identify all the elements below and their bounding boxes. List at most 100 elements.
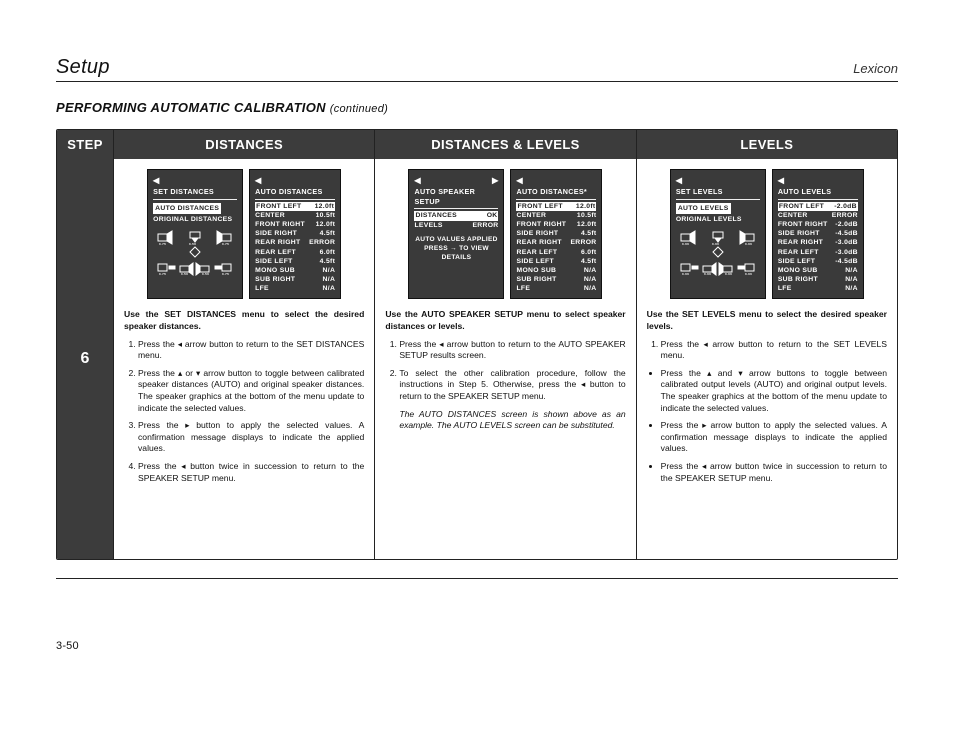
grid-row: 6 ◂ SET DISTANCES AUTO DISTANCES ORIGINA… xyxy=(57,159,897,559)
col-step: STEP xyxy=(57,130,114,159)
step-number-cell: 6 xyxy=(57,159,114,559)
osd-list: DISTANCESOKLEVELSERROR xyxy=(414,211,498,229)
left-arrow-icon: ◂ xyxy=(516,174,522,186)
svg-text:0.00: 0.00 xyxy=(745,242,752,246)
page-subtitle: PERFORMING AUTOMATIC CALIBRATION (contin… xyxy=(56,100,898,115)
distances-text: Use the SET DISTANCES menu to select the… xyxy=(124,309,364,484)
left-arrow-icon: ◂ xyxy=(414,174,420,186)
left-arrow-icon: ◂ xyxy=(676,174,682,186)
intro: Use the SET LEVELS menu to select the de… xyxy=(647,309,887,332)
svg-text:0.00: 0.00 xyxy=(712,242,719,246)
svg-text:0.75: 0.75 xyxy=(222,272,229,276)
svg-text:0.75: 0.75 xyxy=(159,242,166,246)
osd-row: FRONT LEFT-2.0dB xyxy=(778,202,858,211)
osd-row: SIDE LEFT4.5ft xyxy=(255,257,335,266)
osd-auto-speaker-setup: ◂ ▸ AUTO SPEAKER SETUP DISTANCESOKLEVELSE… xyxy=(408,169,504,299)
osd-msg: AUTO VALUES APPLIED PRESS → TO VIEW DETA… xyxy=(414,236,498,263)
col-distances: DISTANCES xyxy=(114,130,375,159)
svg-text:0.00: 0.00 xyxy=(682,272,689,276)
brand-name: Lexicon xyxy=(853,61,898,76)
osd-title: AUTO DISTANCES xyxy=(255,187,335,200)
svg-text:0.00: 0.00 xyxy=(745,272,752,276)
osd-row: REAR LEFT6.0ft xyxy=(255,248,335,257)
osd-row: CENTER10.5ft xyxy=(516,211,596,220)
msg-line: DETAILS xyxy=(414,254,498,263)
osd-set-levels: ◂ SET LEVELS AUTO LEVELS ORIGINAL LEVELS xyxy=(670,169,766,299)
list-item: Press the ◂ arrow button to return to th… xyxy=(138,339,364,362)
osd-list: FRONT LEFT-2.0dBCENTERERRORFRONT RIGHT-2… xyxy=(778,202,858,294)
page-number: 3-50 xyxy=(56,640,79,652)
speaker-graphics: 0.750.500.75 0.750.500.500.75 xyxy=(153,230,237,276)
distances-levels-cell: ◂ ▸ AUTO SPEAKER SETUP DISTANCESOKLEVELSE… xyxy=(375,159,636,559)
footer-rule xyxy=(56,578,898,579)
intro: Use the AUTO SPEAKER SETUP menu to selec… xyxy=(385,309,625,332)
osd-highlight: AUTO LEVELS xyxy=(676,203,731,214)
osd-row: LEVELSERROR xyxy=(414,221,498,230)
osd-row: MONO SUBN/A xyxy=(516,266,596,275)
list-item: Press the ◂ arrow button twice in succes… xyxy=(661,461,887,484)
levels-text: Use the SET LEVELS menu to select the de… xyxy=(647,309,887,484)
list-item: Press the ▴ and ▾ arrow buttons to toggl… xyxy=(661,368,887,414)
osd-row: FRONT LEFT12.0ft xyxy=(255,202,335,211)
osd-row: LFEN/A xyxy=(255,284,335,293)
svg-text:0.75: 0.75 xyxy=(222,242,229,246)
osd-row: MONO SUBN/A xyxy=(778,266,858,275)
osd-row: SIDE RIGHT4.5ft xyxy=(255,229,335,238)
svg-text:0.50: 0.50 xyxy=(202,272,209,276)
osd-row: REAR LEFT6.0ft xyxy=(516,248,596,257)
distances-levels-text: Use the AUTO SPEAKER SETUP menu to selec… xyxy=(385,309,625,431)
svg-text:0.50: 0.50 xyxy=(189,242,196,246)
section-title: Setup xyxy=(56,56,110,79)
list-item: Press the ◂ arrow button to return to th… xyxy=(399,339,625,362)
osd-row: CENTERERROR xyxy=(778,211,858,220)
osd-row: SIDE LEFT-4.5dB xyxy=(778,257,858,266)
list-item: Press the ▸ arrow button to apply the se… xyxy=(661,420,887,455)
osd-auto-distances: ◂ AUTO DISTANCES FRONT LEFT12.0ftCENTER1… xyxy=(249,169,341,299)
list-item: To select the other calibration procedur… xyxy=(399,368,625,403)
osd-row: SUB RIGHTN/A xyxy=(255,275,335,284)
osd-row: FRONT LEFT12.0ft xyxy=(516,202,596,211)
distances-cell: ◂ SET DISTANCES AUTO DISTANCES ORIGINAL … xyxy=(114,159,375,559)
osd-row: DISTANCESOK xyxy=(414,211,498,220)
osd-row: REAR RIGHT-3.0dB xyxy=(778,238,858,247)
osd-title: AUTO DISTANCES* xyxy=(516,187,596,200)
subtitle-main: PERFORMING AUTOMATIC CALIBRATION xyxy=(56,100,326,115)
osd-title: AUTO SPEAKER SETUP xyxy=(414,187,498,209)
osd-row: SIDE RIGHT-4.5dB xyxy=(778,229,858,238)
left-arrow-icon: ◂ xyxy=(255,174,261,186)
osd-title: SET LEVELS xyxy=(676,187,760,200)
svg-text:0.50: 0.50 xyxy=(181,272,188,276)
note: The AUTO DISTANCES screen is shown above… xyxy=(399,409,625,431)
osd-list: FRONT LEFT12.0ftCENTER10.5ftFRONT RIGHT1… xyxy=(255,202,335,294)
step-list: Press the ◂ arrow button to return to th… xyxy=(399,339,625,403)
list-item: Press the ◂ button twice in succession t… xyxy=(138,461,364,484)
col-levels: LEVELS xyxy=(637,130,897,159)
svg-text:0.00: 0.00 xyxy=(704,272,711,276)
osd-title: AUTO LEVELS xyxy=(778,187,858,200)
osd-row: REAR RIGHTERROR xyxy=(516,238,596,247)
osd-row: REAR LEFT-3.0dB xyxy=(778,248,858,257)
osd-title: SET DISTANCES xyxy=(153,187,237,200)
osd-row: REAR RIGHTERROR xyxy=(255,238,335,247)
left-arrow-icon: ◂ xyxy=(778,174,784,186)
osd-row: SIDE RIGHT4.5ft xyxy=(516,229,596,238)
osd-row: LFEN/A xyxy=(778,284,858,293)
list-item: Press the ▸ button to apply the selected… xyxy=(138,420,364,455)
intro: Use the SET DISTANCES menu to select the… xyxy=(124,309,364,332)
grid-header: STEP DISTANCES DISTANCES & LEVELS LEVELS xyxy=(57,130,897,159)
list-item: Press the ◂ arrow button to return to th… xyxy=(661,339,887,362)
osd-line: ORIGINAL LEVELS xyxy=(676,215,760,224)
right-arrow-icon: ▸ xyxy=(492,174,498,186)
step-list: Press the ◂ arrow button to return to th… xyxy=(138,339,364,485)
osd-list: FRONT LEFT12.0ftCENTER10.5ftFRONT RIGHT1… xyxy=(516,202,596,294)
osd-line: ORIGINAL DISTANCES xyxy=(153,215,237,224)
osd-row: FRONT RIGHT12.0ft xyxy=(255,220,335,229)
osd-auto-levels: ◂ AUTO LEVELS FRONT LEFT-2.0dBCENTERERRO… xyxy=(772,169,864,299)
svg-text:0.00: 0.00 xyxy=(725,272,732,276)
osd-row: FRONT RIGHT-2.0dB xyxy=(778,220,858,229)
osd-row: FRONT RIGHT12.0ft xyxy=(516,220,596,229)
osd-row: SUB RIGHTN/A xyxy=(778,275,858,284)
page-header: Setup Lexicon xyxy=(56,56,898,82)
col-distances-levels: DISTANCES & LEVELS xyxy=(375,130,636,159)
subtitle-continued: (continued) xyxy=(330,103,388,115)
